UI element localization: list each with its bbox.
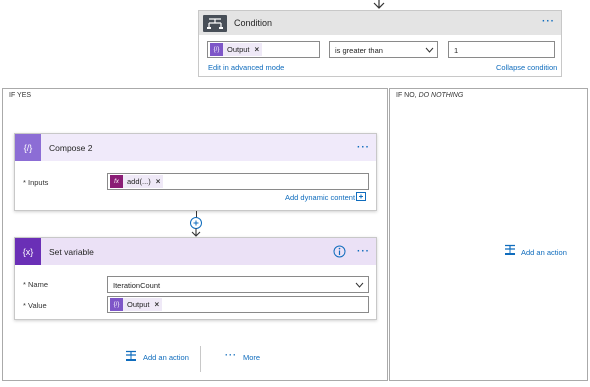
inputs-field[interactable]: fx add(...) × [107,173,369,190]
compose-token-icon: {/} [210,43,223,56]
compose-icon: {/} [15,134,41,161]
add-expression-label: add(...) [127,177,151,186]
chevron-down-icon [355,282,364,288]
remove-token-icon[interactable]: × [156,177,161,186]
dynamic-content-icon[interactable] [356,192,366,201]
condition-icon [203,15,227,32]
flow-arrow-down-icon [373,0,385,9]
more-dots-icon[interactable]: ··· [225,350,237,360]
value-label: * Value [23,301,47,310]
more-button[interactable]: More [243,353,260,362]
add-action-icon[interactable] [125,350,137,362]
inputs-label: * Inputs [23,178,49,187]
if-no-label: IF NO, DO NOTHING [396,92,464,99]
add-action-icon[interactable] [504,244,516,256]
output-token[interactable]: {/} Output × [210,43,263,56]
variable-icon: {x} [15,238,41,265]
right-operand-value: 1 [454,46,459,55]
if-no-branch: IF NO, DO NOTHING [389,88,588,381]
name-label: * Name [23,280,49,289]
variable-name-value: IterationCount [113,281,161,290]
info-icon[interactable] [333,245,346,258]
add-expression-token[interactable]: fx add(...) × [110,175,164,188]
operator-value: is greater than [335,46,383,55]
compose-2-card[interactable]: {/} Compose 2 ··· * Inputs fx add(...) ×… [14,133,377,211]
if-no-add-action-button[interactable]: Add an action [521,248,567,257]
compose-2-title: Compose 2 [49,143,93,153]
remove-token-icon[interactable]: × [255,45,260,54]
output-token[interactable]: {/} Output × [110,298,163,311]
if-yes-label: IF YES [9,92,32,99]
variable-value-field[interactable]: {/} Output × [107,296,369,313]
variable-name-dropdown[interactable]: IterationCount [107,276,369,293]
expression-icon: fx [110,175,123,188]
condition-right-operand[interactable]: 1 [448,41,555,58]
condition-operator-dropdown[interactable]: is greater than [329,41,438,58]
set-variable-more-menu[interactable]: ··· [357,246,370,257]
output-token-label: Output [227,45,250,54]
set-variable-header[interactable]: {x} Set variable ··· [15,238,376,265]
output-token-label: Output [127,300,150,309]
condition-more-menu[interactable]: ··· [542,16,555,27]
condition-title: Condition [234,18,273,28]
condition-header[interactable]: Condition ··· [199,11,561,35]
compose-token-icon: {/} [110,298,123,311]
add-action-button[interactable]: Add an action [143,353,189,362]
set-variable-card[interactable]: {x} Set variable ··· * Name IterationCou… [14,237,377,320]
condition-card[interactable]: Condition ··· {/} Output × is greater th… [198,10,562,77]
edit-advanced-mode-link[interactable]: Edit in advanced mode [208,63,284,72]
add-dynamic-content-link[interactable]: Add dynamic content [285,193,355,202]
compose-more-menu[interactable]: ··· [357,142,370,153]
collapse-condition-link[interactable]: Collapse condition [496,63,557,72]
compose-2-header[interactable]: {/} Compose 2 ··· [15,134,376,161]
insert-step-plus-icon[interactable] [189,216,203,238]
footer-divider [200,346,201,372]
condition-left-operand[interactable]: {/} Output × [207,41,320,58]
remove-token-icon[interactable]: × [155,300,160,309]
set-variable-title: Set variable [49,247,94,257]
chevron-down-icon [425,47,434,53]
